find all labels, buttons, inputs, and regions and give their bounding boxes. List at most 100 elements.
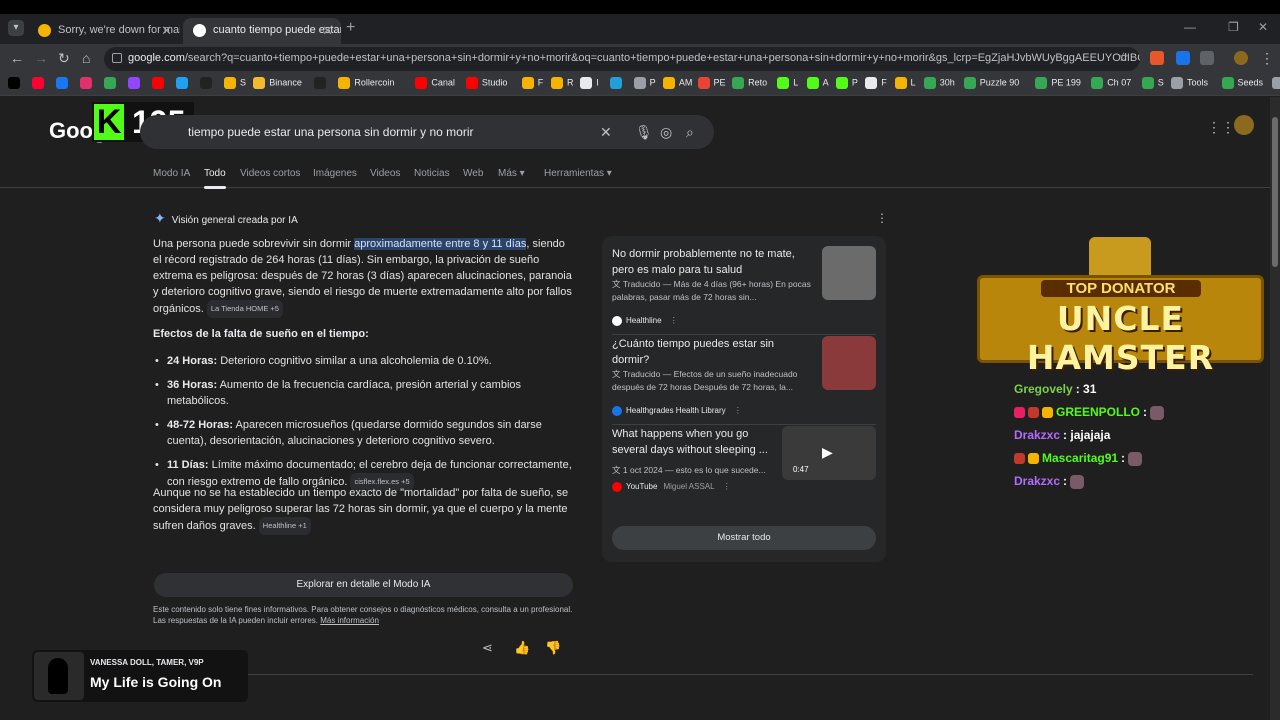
bookmark-item[interactable]: Seeds: [1221, 77, 1263, 89]
share-icon[interactable]: ⋖: [482, 640, 493, 656]
bookmark-item[interactable]: Puzzle 90: [963, 77, 1019, 89]
home-icon[interactable]: ⌂: [82, 50, 90, 66]
play-icon[interactable]: ▶: [822, 444, 833, 461]
tab-maintenance[interactable]: Sorry, we're down for maintena ✕: [28, 18, 180, 44]
profile-avatar-icon[interactable]: [1234, 51, 1248, 65]
nav-tab[interactable]: Noticias: [414, 168, 450, 179]
nav-tab[interactable]: Videos cortos: [240, 168, 300, 179]
explore-ai-mode-button[interactable]: Explorar en detalle el Modo IA: [154, 573, 573, 597]
nav-tab[interactable]: Todo: [204, 168, 226, 189]
page-scrollbar[interactable]: [1270, 97, 1280, 720]
bookmark-item[interactable]: A: [806, 77, 829, 89]
reload-icon[interactable]: ↻: [58, 50, 70, 67]
search-query[interactable]: tiempo puede estar una persona sin dormi…: [188, 125, 473, 139]
show-all-button[interactable]: Mostrar todo: [612, 526, 876, 550]
bookmark-item[interactable]: Stream: [1272, 77, 1280, 89]
chat-username[interactable]: Mascaritag91: [1042, 451, 1118, 465]
bookmark-item[interactable]: Canal: [415, 77, 455, 89]
source-thumbnail[interactable]: ▶ 0:47: [782, 426, 876, 480]
bookmark-item[interactable]: [8, 77, 24, 89]
bookmark-item[interactable]: PE: [697, 77, 726, 89]
tab-search-button[interactable]: ▾: [8, 20, 24, 36]
close-tab-icon[interactable]: ✕: [322, 23, 333, 39]
bookmark-item[interactable]: PE 199: [1035, 77, 1081, 89]
source-card[interactable]: ¿Cuánto tiempo puedes estar sin dormir? 文…: [612, 336, 876, 422]
maximize-icon[interactable]: ❐: [1228, 20, 1239, 34]
clear-search-icon[interactable]: ✕: [600, 124, 612, 141]
extension-fox-icon[interactable]: [1150, 51, 1164, 65]
source-site[interactable]: Healthgrades Health Library ⋮: [612, 406, 742, 416]
nav-tab[interactable]: Web: [463, 168, 483, 179]
nav-tab[interactable]: Herramientas ▾: [544, 168, 612, 179]
bookmark-item[interactable]: [128, 77, 144, 89]
scrollbar-thumb[interactable]: [1272, 117, 1278, 267]
bookmark-item[interactable]: [80, 77, 96, 89]
new-tab-button[interactable]: +: [346, 19, 355, 37]
chat-username[interactable]: GREENPOLLO: [1056, 405, 1140, 419]
source-more-icon[interactable]: ⋮: [721, 482, 731, 491]
bookmark-item[interactable]: [104, 77, 120, 89]
source-chip[interactable]: Healthline +1: [258, 517, 311, 535]
ai-overview-more-icon[interactable]: ⋮: [876, 211, 888, 225]
extension-shield-icon[interactable]: [1176, 51, 1190, 65]
bookmark-item[interactable]: [609, 77, 626, 89]
source-chip[interactable]: La Tienda HOME +5: [206, 300, 283, 318]
bookmark-item[interactable]: S: [224, 77, 246, 89]
bookmark-item[interactable]: L: [777, 77, 798, 89]
bookmark-item[interactable]: [200, 77, 216, 89]
source-site[interactable]: YouTube Miguel ASSAL ⋮: [612, 482, 731, 492]
thumbs-down-icon[interactable]: 👎: [545, 640, 561, 656]
bookmark-item[interactable]: P: [835, 77, 858, 89]
search-box[interactable]: tiempo puede estar una persona sin dormi…: [140, 115, 714, 149]
site-info-icon[interactable]: [112, 53, 122, 63]
minimize-icon[interactable]: —: [1184, 20, 1196, 34]
bookmark-item[interactable]: [56, 77, 72, 89]
source-title[interactable]: What happens when you go several days wi…: [612, 426, 772, 458]
close-window-icon[interactable]: ✕: [1258, 20, 1268, 34]
nav-tab[interactable]: Imágenes: [313, 168, 357, 179]
bookmark-item[interactable]: Binance: [253, 77, 302, 89]
thumbs-up-icon[interactable]: 👍: [514, 640, 530, 656]
source-thumbnail[interactable]: [822, 246, 876, 300]
more-info-link[interactable]: Más información: [320, 616, 379, 625]
source-title[interactable]: No dormir probablemente no te mate, pero…: [612, 246, 812, 278]
source-more-icon[interactable]: ⋮: [668, 316, 678, 325]
nav-tab[interactable]: Videos: [370, 168, 400, 179]
tab-google-search[interactable]: cuanto tiempo puede estar una ✕: [183, 18, 341, 44]
bookmark-item[interactable]: F: [521, 77, 543, 89]
microphone-icon[interactable]: 🎙: [635, 124, 653, 141]
bookmark-star-icon[interactable]: ☆: [1118, 50, 1129, 64]
bookmark-item[interactable]: Studio: [465, 77, 507, 89]
source-card[interactable]: What happens when you go several days wi…: [612, 426, 876, 512]
forward-icon[interactable]: →: [34, 50, 48, 66]
bookmark-item[interactable]: S: [1141, 77, 1164, 89]
account-avatar[interactable]: [1234, 115, 1254, 135]
bookmark-item[interactable]: I: [580, 77, 599, 89]
bookmark-item[interactable]: L: [894, 77, 916, 89]
source-site[interactable]: Healthline ⋮: [612, 316, 678, 326]
chat-username[interactable]: Drakzxc: [1014, 428, 1060, 442]
extensions-puzzle-icon[interactable]: [1200, 51, 1214, 65]
bookmark-item[interactable]: P: [633, 77, 656, 89]
bookmark-item[interactable]: F: [865, 77, 887, 89]
bookmark-item[interactable]: 30h: [923, 77, 955, 89]
bookmark-item[interactable]: Tools: [1171, 77, 1208, 89]
chat-username[interactable]: Gregovely: [1014, 382, 1073, 396]
search-icon[interactable]: ⌕: [686, 124, 694, 141]
lens-camera-icon[interactable]: ◎: [660, 124, 672, 141]
source-more-icon[interactable]: ⋮: [732, 406, 742, 415]
browser-menu-icon[interactable]: ⋮: [1260, 50, 1274, 67]
nav-tab[interactable]: Más ▾: [498, 168, 525, 179]
source-thumbnail[interactable]: [822, 336, 876, 390]
source-title[interactable]: ¿Cuánto tiempo puedes estar sin dormir?: [612, 336, 812, 368]
bookmark-item[interactable]: [32, 77, 48, 89]
back-icon[interactable]: ←: [10, 50, 24, 66]
bookmark-item[interactable]: R: [551, 77, 574, 89]
bookmark-item[interactable]: Ch 07: [1091, 77, 1131, 89]
close-tab-icon[interactable]: ✕: [161, 23, 172, 39]
bookmark-item[interactable]: Rollercoin: [338, 77, 394, 89]
bookmark-item[interactable]: Reto: [732, 77, 767, 89]
bookmark-item[interactable]: [314, 77, 330, 89]
address-bar[interactable]: google.com/search?q=cuanto+tiempo+puede+…: [104, 47, 1140, 71]
source-card[interactable]: No dormir probablemente no te mate, pero…: [612, 246, 876, 332]
